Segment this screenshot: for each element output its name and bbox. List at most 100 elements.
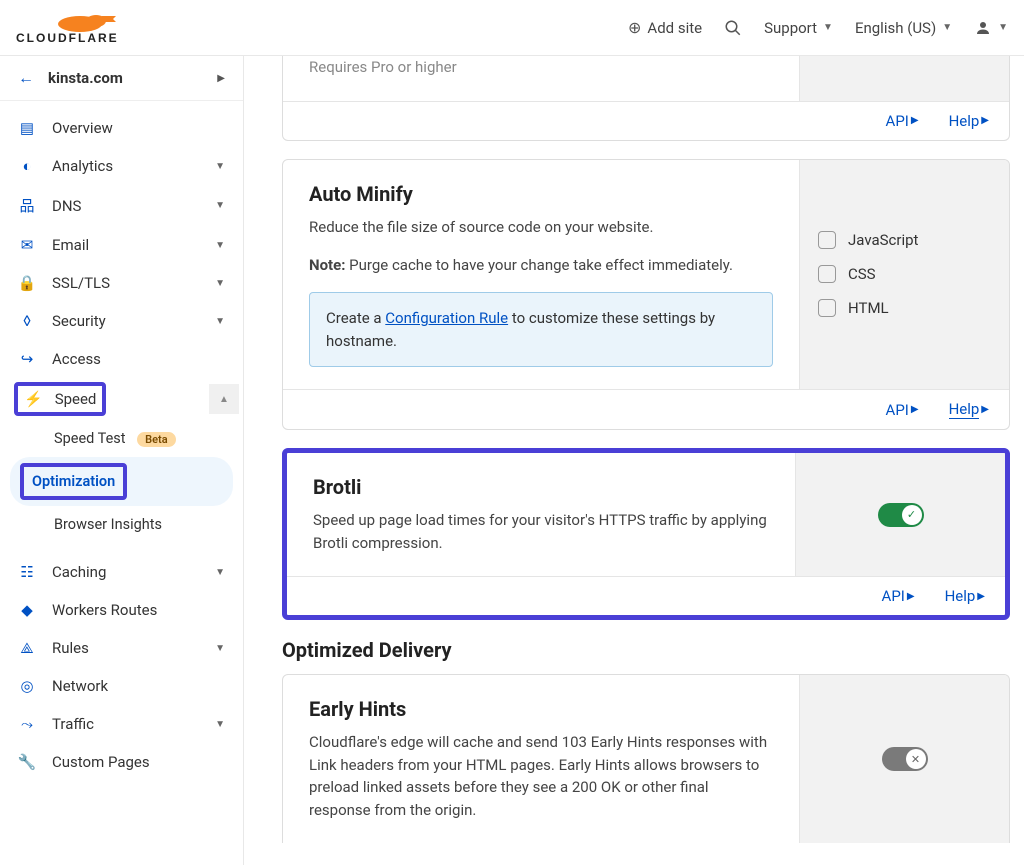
card-footer: API▶ Help▶	[283, 101, 1009, 140]
chevron-down-icon: ▼	[215, 316, 225, 327]
support-menu[interactable]: Support ▼	[764, 19, 833, 37]
api-link[interactable]: API▶	[886, 400, 919, 419]
clipboard-icon: ▤	[18, 119, 36, 137]
search-icon	[724, 19, 742, 37]
chevron-down-icon: ▼	[215, 278, 225, 289]
sidebar-item-overview[interactable]: ▤ Overview	[0, 109, 243, 147]
top-actions: ⊕ Add site Support ▼ English (US) ▼ ▼	[628, 18, 1008, 37]
minify-js-option[interactable]: JavaScript	[818, 231, 991, 249]
language-label: English (US)	[855, 19, 936, 37]
rules-icon: ⟁	[18, 639, 36, 657]
help-link[interactable]: Help▶	[949, 400, 989, 419]
card-desc: Speed up page load times for your visito…	[313, 509, 769, 554]
api-link[interactable]: API▶	[882, 587, 915, 605]
sidebar-item-custom-pages[interactable]: 🔧 Custom Pages	[0, 743, 243, 781]
add-site-label: Add site	[647, 19, 702, 37]
card-early-hints: Early Hints Cloudflare's edge will cache…	[282, 674, 1010, 843]
card-desc: Reduce the file size of source code on y…	[309, 216, 773, 239]
chevron-right-icon: ▶	[911, 115, 919, 126]
search-button[interactable]	[724, 19, 742, 37]
sidebar-item-access[interactable]: ↪ Access	[0, 340, 243, 378]
collapse-toggle[interactable]: ▲	[209, 384, 239, 414]
chevron-down-icon: ▼	[215, 643, 225, 654]
card-desc: Cloudflare's edge will cache and send 10…	[309, 731, 773, 821]
chevron-down-icon: ▼	[215, 200, 225, 211]
chevron-right-icon: ▶	[911, 404, 919, 415]
card-auto-minify: Auto Minify Reduce the file size of sour…	[282, 159, 1010, 431]
sidebar-item-caching[interactable]: ☷ Caching ▼	[0, 553, 243, 591]
sidebar-label: Overview	[52, 119, 225, 137]
chevron-down-icon: ▼	[215, 240, 225, 251]
card-title: Early Hints	[309, 697, 773, 721]
chevron-up-icon: ▲	[219, 394, 229, 405]
user-icon	[974, 19, 992, 37]
help-link[interactable]: Help▶	[949, 112, 989, 130]
brotli-toggle[interactable]: ✓	[878, 503, 924, 527]
site-selector[interactable]: ← kinsta.com ▶	[0, 56, 243, 101]
configuration-rule-link[interactable]: Configuration Rule	[385, 309, 508, 327]
bolt-icon: ⚡	[24, 390, 43, 408]
sidebar-item-analytics[interactable]: ◐ Analytics ▼	[0, 147, 243, 185]
traffic-icon: ⤳	[18, 715, 36, 733]
main-content: Requires Pro or higher API▶ Help▶ Auto M…	[244, 56, 1024, 865]
cloudflare-logo[interactable]: CLOUDFLARE	[16, 10, 124, 46]
card-font-requires: Requires Pro or higher API▶ Help▶	[282, 56, 1010, 141]
sidebar-item-speed[interactable]: ⚡ Speed	[14, 382, 106, 416]
chevron-right-icon: ▶	[981, 115, 989, 126]
chevron-down-icon: ▼	[215, 567, 225, 578]
chevron-right-icon: ▶	[977, 591, 985, 602]
sidebar: ← kinsta.com ▶ ▤ Overview ◐ Analytics ▼ …	[0, 56, 244, 865]
minify-css-option[interactable]: CSS	[818, 265, 991, 283]
add-site-button[interactable]: ⊕ Add site	[628, 18, 702, 37]
sidebar-item-dns[interactable]: 品 DNS ▼	[0, 185, 243, 226]
early-hints-toggle[interactable]: ✕	[882, 747, 928, 771]
toggle-knob: ✕	[906, 749, 926, 769]
account-menu[interactable]: ▼	[974, 19, 1008, 37]
api-link[interactable]: API▶	[886, 112, 919, 130]
wrench-icon: 🔧	[18, 753, 36, 771]
chevron-right-icon: ▶	[981, 404, 989, 415]
minify-html-option[interactable]: HTML	[818, 299, 991, 317]
svg-text:CLOUDFLARE: CLOUDFLARE	[16, 31, 119, 45]
location-icon: ◎	[18, 677, 36, 695]
sidebar-item-rules[interactable]: ⟁ Rules ▼	[0, 629, 243, 667]
chevron-down-icon: ▼	[823, 22, 833, 33]
card-brotli: Brotli Speed up page load times for your…	[282, 448, 1010, 620]
help-link[interactable]: Help▶	[945, 587, 985, 605]
sidebar-item-email[interactable]: ✉ Email ▼	[0, 226, 243, 264]
sidebar-item-traffic[interactable]: ⤳ Traffic ▼	[0, 705, 243, 743]
sidebar-item-workers[interactable]: ◆ Workers Routes	[0, 591, 243, 629]
back-arrow-icon[interactable]: ←	[18, 68, 34, 88]
support-label: Support	[764, 19, 817, 37]
sidebar-item-network[interactable]: ◎ Network	[0, 667, 243, 705]
chevron-down-icon: ▼	[215, 161, 225, 172]
card-title: Brotli	[313, 475, 769, 499]
chevron-down-icon: ▼	[215, 719, 225, 730]
toggle-knob: ✓	[902, 505, 922, 525]
workers-icon: ◆	[18, 601, 36, 619]
sidebar-sub-browser-insights[interactable]: Browser Insights	[0, 506, 243, 543]
site-name: kinsta.com	[48, 69, 123, 87]
sidebar-sub-speed-test[interactable]: Speed Test Beta	[0, 420, 243, 457]
chevron-right-icon: ▶	[907, 591, 915, 602]
sidebar-item-ssl[interactable]: 🔒 SSL/TLS ▼	[0, 264, 243, 302]
shield-icon: ◊	[18, 312, 36, 330]
checkbox-icon	[818, 231, 836, 249]
email-icon: ✉	[18, 236, 36, 254]
lock-icon: 🔒	[18, 274, 36, 292]
beta-badge: Beta	[137, 432, 176, 447]
chevron-down-icon: ▼	[942, 22, 952, 33]
access-icon: ↪	[18, 350, 36, 368]
checkbox-icon	[818, 299, 836, 317]
sidebar-sub-optimization[interactable]: Optimization	[10, 457, 233, 506]
section-heading: Optimized Delivery	[282, 638, 1010, 662]
network-icon: 品	[18, 195, 36, 216]
card-title: Auto Minify	[309, 182, 773, 206]
chevron-right-icon: ▶	[217, 73, 225, 84]
config-rule-hint: Create a Configuration Rule to customize…	[309, 292, 773, 367]
language-menu[interactable]: English (US) ▼	[855, 19, 952, 37]
clock-icon: ◐	[18, 157, 36, 175]
sidebar-item-security[interactable]: ◊ Security ▼	[0, 302, 243, 340]
chevron-down-icon: ▼	[998, 22, 1008, 33]
checkbox-icon	[818, 265, 836, 283]
